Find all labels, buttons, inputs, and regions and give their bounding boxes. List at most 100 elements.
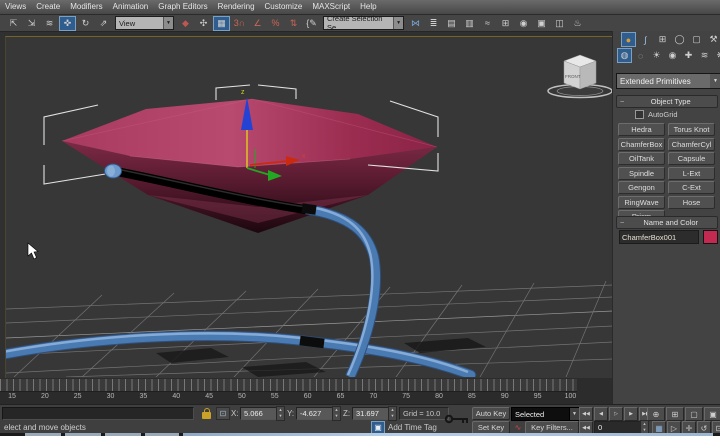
play-button[interactable]: ▷ [609,407,623,421]
use-pivot-point-center-icon[interactable]: ◆ [177,16,194,31]
timeline-number: 95 [528,393,548,400]
button-ringwave[interactable]: RingWave [618,196,665,209]
percent-snap-icon[interactable]: % [267,16,284,31]
menu-create[interactable]: Create [31,0,65,14]
selection-set-filter-dropdown[interactable]: Selected ▼ [511,407,580,421]
z-spinner[interactable] [388,406,397,421]
zoom-extents-icon[interactable]: ▢ [685,407,703,421]
zoom-extents-all-icon[interactable]: ▣ [704,407,720,421]
set-keys-key-icon [444,413,470,425]
button-c-ext[interactable]: C-Ext [668,181,715,194]
render-production-icon[interactable]: ♨ [569,16,586,31]
object-name-field[interactable] [619,230,699,244]
y-spinner[interactable] [332,406,341,421]
select-and-move-icon[interactable]: ✜ [59,16,76,31]
bind-to-space-warp-icon[interactable]: ≋ [41,16,58,31]
zoom-icon[interactable]: ⊕ [647,407,665,421]
x-spinner[interactable] [276,406,285,421]
chevron-down-icon: ▼ [163,17,173,29]
keyboard-shortcut-override-icon[interactable]: ▦ [213,16,230,31]
mirror-icon[interactable]: ⋈ [407,16,424,31]
snaps-toggle-icon[interactable]: 3∩ [231,16,248,31]
object-color-swatch[interactable] [703,230,718,244]
display-tab[interactable]: ▢ [689,32,704,47]
selection-set-value: Create Selection Se [327,14,393,32]
menu-maxscript[interactable]: MAXScript [307,0,355,14]
object-type-rollout-header[interactable]: − Object Type [616,95,718,108]
helpers-category[interactable]: ✚ [681,48,696,63]
material-editor-icon[interactable]: ◉ [515,16,532,31]
button-l-ext[interactable]: L-Ext [668,167,715,180]
edit-named-selection-sets-icon[interactable]: {✎ [303,16,320,31]
button-gengon[interactable]: Gengon [618,181,665,194]
menu-views[interactable]: Views [0,0,31,14]
object-type-buttons: HedraTorus KnotChamferBoxChamferCylOilTa… [618,123,716,223]
align-icon[interactable]: ≣ [425,16,442,31]
next-frame-button[interactable]: ▶ [624,407,638,421]
geometry-category[interactable]: ◍ [617,48,632,63]
curve-editor-icon[interactable]: ≈ [479,16,496,31]
render-setup-icon[interactable]: ▣ [533,16,550,31]
viewcube[interactable]: FRONT [548,55,612,98]
button-oiltank[interactable]: OilTank [618,152,665,165]
button-hedra[interactable]: Hedra [618,123,665,136]
add-time-tag-button[interactable]: Add Time Tag [388,423,437,432]
menu-animation[interactable]: Animation [108,0,154,14]
selection-lock-icon[interactable] [202,412,211,419]
utilities-tab[interactable]: ⚒ [706,32,720,47]
modify-tab[interactable]: ∫ [638,32,653,47]
menu-modifiers[interactable]: Modifiers [65,0,107,14]
motion-tab[interactable]: ◯ [672,32,687,47]
zoom-all-icon[interactable]: ⊞ [666,407,684,421]
x-coordinate-field[interactable]: 5.066 [240,407,278,420]
timeline-ruler[interactable] [0,379,577,392]
selection-set-dropdown[interactable]: Create Selection Se ▼ [323,16,404,30]
button-chamferbox[interactable]: ChamferBox [618,138,665,151]
button-spindle[interactable]: Spindle [618,167,665,180]
maxscript-mini-listener[interactable] [2,407,194,420]
auto-key-button[interactable]: Auto Key [472,407,510,420]
scene-states-icon[interactable]: ▥ [461,16,478,31]
select-and-rotate-icon[interactable]: ↻ [77,16,94,31]
shapes-category[interactable]: ◌ [633,48,648,63]
name-color-rollout-header[interactable]: − Name and Color [616,216,718,229]
select-and-link-icon[interactable]: ⇱ [5,16,22,31]
select-and-scale-icon[interactable]: ⇗ [95,16,112,31]
spinner-snap-icon[interactable]: ⇅ [285,16,302,31]
go-to-start-button[interactable]: ◀◀ [579,407,593,421]
menu-graph-editors[interactable]: Graph Editors [153,0,212,14]
layer-manager-icon[interactable]: ▤ [443,16,460,31]
reference-coordinate-dropdown[interactable]: View ▼ [115,16,174,30]
timeline-number: 15 [2,393,22,400]
hose-floor-object[interactable] [6,333,471,375]
previous-frame-button[interactable]: ◀ [594,407,608,421]
button-torus-knot[interactable]: Torus Knot [668,123,715,136]
angle-snap-icon[interactable]: ∠ [249,16,266,31]
menu-customize[interactable]: Customize [260,0,308,14]
primitives-dropdown[interactable]: Extended Primitives ▼ [616,73,720,89]
menu-help[interactable]: Help [355,0,381,14]
cameras-category[interactable]: ◉ [665,48,680,63]
z-coordinate-field[interactable]: 31.697 [352,407,390,420]
rendered-frame-window-icon[interactable]: ◫ [551,16,568,31]
lights-category[interactable]: ☀ [649,48,664,63]
button-chamfercyl[interactable]: ChamferCyl [668,138,715,151]
chevron-down-icon: ▼ [393,17,403,29]
absolute-offset-mode-icon[interactable]: ⊡ [216,407,230,420]
button-hose[interactable]: Hose [668,196,715,209]
autogrid-checkbox[interactable] [635,110,644,119]
timeline-number: 30 [101,393,121,400]
menu-rendering[interactable]: Rendering [213,0,260,14]
schematic-view-icon[interactable]: ⊞ [497,16,514,31]
create-tab[interactable]: ● [621,32,636,47]
y-coordinate-field[interactable]: -4.627 [296,407,334,420]
hierarchy-tab[interactable]: ⊞ [655,32,670,47]
select-and-manipulate-icon[interactable]: ✣ [195,16,212,31]
perspective-viewport[interactable]: z x FRONT [5,36,613,380]
timeline-number: 45 [199,393,219,400]
systems-category[interactable]: ❋ [713,48,720,63]
unlink-selection-icon[interactable]: ⇲ [23,16,40,31]
button-capsule[interactable]: Capsule [668,152,715,165]
space-warps-category[interactable]: ≋ [697,48,712,63]
timeline-number: 70 [363,393,383,400]
